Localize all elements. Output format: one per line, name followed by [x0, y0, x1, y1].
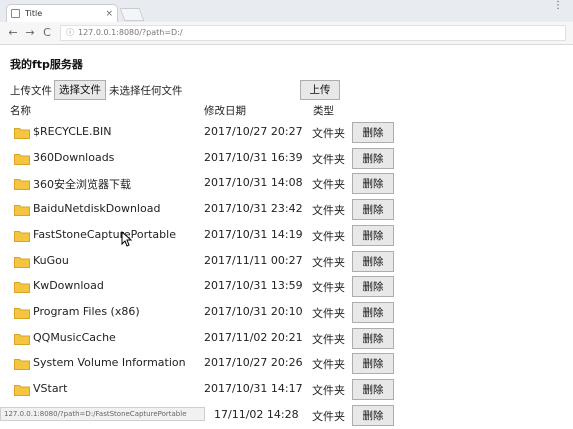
- upload-button[interactable]: 上传: [300, 80, 340, 100]
- table-header: 名称 修改日期 类型: [10, 103, 570, 119]
- file-date: 2017/10/31 20:10: [204, 304, 303, 318]
- forward-arrow-icon[interactable]: →: [22, 25, 38, 41]
- header-date: 修改日期: [204, 105, 246, 117]
- header-type: 类型: [313, 105, 334, 117]
- table-row: QQMusicCache 2017/11/02 20:21 文件夹 删除: [0, 326, 573, 352]
- file-date: 2017/10/31 16:39: [204, 150, 303, 164]
- folder-icon: [14, 307, 30, 319]
- file-date: 2017/10/31 14:19: [204, 227, 303, 241]
- back-arrow-icon[interactable]: ←: [5, 25, 21, 41]
- mouse-pointer-icon: [121, 231, 133, 247]
- file-name-link[interactable]: 360Downloads: [33, 151, 114, 164]
- upload-label: 上传文件: [10, 84, 52, 97]
- delete-button[interactable]: 删除: [352, 379, 394, 400]
- folder-icon: [14, 153, 30, 165]
- file-type: 文件夹: [312, 332, 345, 346]
- folder-icon: [14, 333, 30, 345]
- file-name-link[interactable]: $RECYCLE.BIN: [33, 125, 111, 138]
- file-date: 2017/11/11 00:27: [204, 253, 303, 267]
- file-date: 17/11/02 14:28: [214, 407, 299, 421]
- delete-button[interactable]: 删除: [352, 353, 394, 375]
- file-type: 文件夹: [312, 229, 345, 243]
- table-row: Program Files (x86) 2017/10/31 20:10 文件夹 删除: [0, 300, 573, 326]
- file-date: 2017/10/27 20:27: [204, 125, 303, 138]
- file-name-link[interactable]: KuGou: [33, 254, 69, 267]
- folder-icon: [14, 128, 30, 139]
- table-row: System Volume Information 2017/10/27 20:2…: [0, 351, 573, 377]
- table-row: 360Downloads 2017/10/31 16:39 文件夹 删除: [0, 146, 573, 172]
- no-file-text: 未选择任何文件: [109, 84, 183, 97]
- file-name-link[interactable]: 360安全浏览器下载: [33, 176, 131, 192]
- file-date: 2017/10/31 14:17: [204, 382, 303, 395]
- delete-button[interactable]: 删除: [352, 122, 394, 143]
- folder-icon: [14, 282, 30, 294]
- menu-icon[interactable]: ⋮: [553, 0, 563, 14]
- file-type: 文件夹: [312, 409, 345, 423]
- delete-button[interactable]: 删除: [352, 301, 394, 323]
- url-input[interactable]: ⓘ 127.0.0.1:8080/?path=D:/: [60, 25, 566, 41]
- file-date: 2017/10/31 13:59: [204, 279, 303, 293]
- delete-button[interactable]: 删除: [352, 147, 394, 169]
- folder-icon: [14, 230, 30, 242]
- file-name-link[interactable]: FastStoneCapturePortable: [33, 228, 176, 241]
- delete-button[interactable]: 删除: [352, 250, 394, 272]
- browser-titlebar: Title × ⋮: [0, 0, 573, 22]
- file-name-link[interactable]: Program Files (x86): [33, 305, 140, 318]
- table-row: 360安全浏览器下载 2017/10/31 14:08 文件夹 删除: [0, 171, 573, 197]
- table-row: FastStoneCapturePortable 2017/10/31 14:19…: [0, 223, 573, 249]
- browser-tab[interactable]: Title ×: [6, 4, 118, 22]
- folder-icon: [14, 179, 30, 191]
- file-type: 文件夹: [312, 358, 345, 372]
- close-tab-icon[interactable]: ×: [105, 9, 113, 19]
- file-type: 文件夹: [312, 178, 345, 192]
- page-title: 我的ftp服务器: [10, 58, 83, 71]
- delete-button[interactable]: 删除: [352, 276, 394, 298]
- delete-button[interactable]: 删除: [352, 199, 394, 221]
- url-text: 127.0.0.1:8080/?path=D:/: [78, 28, 183, 37]
- status-bar: 127.0.0.1:8080/?path=D:/FastStoneCapture…: [0, 407, 205, 421]
- choose-file-button[interactable]: 选择文件: [54, 80, 106, 100]
- table-row: $RECYCLE.BIN 2017/10/27 20:27 文件夹 删除: [0, 120, 573, 146]
- new-tab-button[interactable]: [119, 8, 145, 21]
- file-name-link[interactable]: VStart: [33, 382, 67, 395]
- file-type: 文件夹: [312, 306, 345, 320]
- folder-icon: [14, 359, 30, 371]
- delete-button[interactable]: 删除: [352, 327, 394, 349]
- table-row: BaiduNetdiskDownload 2017/10/31 23:42 文件夹删…: [0, 197, 573, 223]
- delete-button[interactable]: 删除: [352, 224, 394, 246]
- page-icon: [11, 9, 20, 18]
- file-type: 文件夹: [312, 255, 345, 269]
- table-row: KuGou 2017/11/11 00:27 文件夹 删除: [0, 249, 573, 275]
- table-row: KwDownload 2017/10/31 13:59 文件夹 删除: [0, 274, 573, 300]
- folder-icon: [14, 385, 30, 396]
- folder-icon: [14, 256, 30, 268]
- file-date: 2017/10/27 20:26: [204, 356, 303, 370]
- header-name: 名称: [10, 105, 31, 117]
- file-name-link[interactable]: KwDownload: [33, 279, 104, 292]
- upload-form: 上传文件 选择文件 未选择任何文件: [10, 80, 183, 100]
- info-icon: ⓘ: [66, 28, 74, 37]
- file-type: 文件夹: [312, 281, 345, 295]
- delete-button[interactable]: 删除: [352, 173, 394, 195]
- file-date: 2017/10/31 14:08: [204, 176, 303, 190]
- tab-title: Title: [25, 9, 43, 18]
- file-type: 文件夹: [312, 127, 345, 140]
- file-type: 文件夹: [312, 152, 345, 166]
- table-row: VStart 2017/10/31 14:17 文件夹 删除: [0, 377, 573, 403]
- address-bar-area: ← → C ⓘ 127.0.0.1:8080/?path=D:/: [0, 22, 573, 45]
- file-date: 2017/10/31 23:42: [204, 202, 303, 216]
- file-name-link[interactable]: System Volume Information: [33, 356, 186, 369]
- file-type: 文件夹: [312, 204, 345, 218]
- reload-icon[interactable]: C: [39, 25, 55, 41]
- folder-icon: [14, 205, 30, 217]
- file-name-link[interactable]: QQMusicCache: [33, 331, 116, 344]
- file-type: 文件夹: [312, 384, 345, 397]
- delete-button[interactable]: 删除: [352, 404, 394, 426]
- file-date: 2017/11/02 20:21: [204, 330, 303, 344]
- file-name-link[interactable]: BaiduNetdiskDownload: [33, 202, 160, 215]
